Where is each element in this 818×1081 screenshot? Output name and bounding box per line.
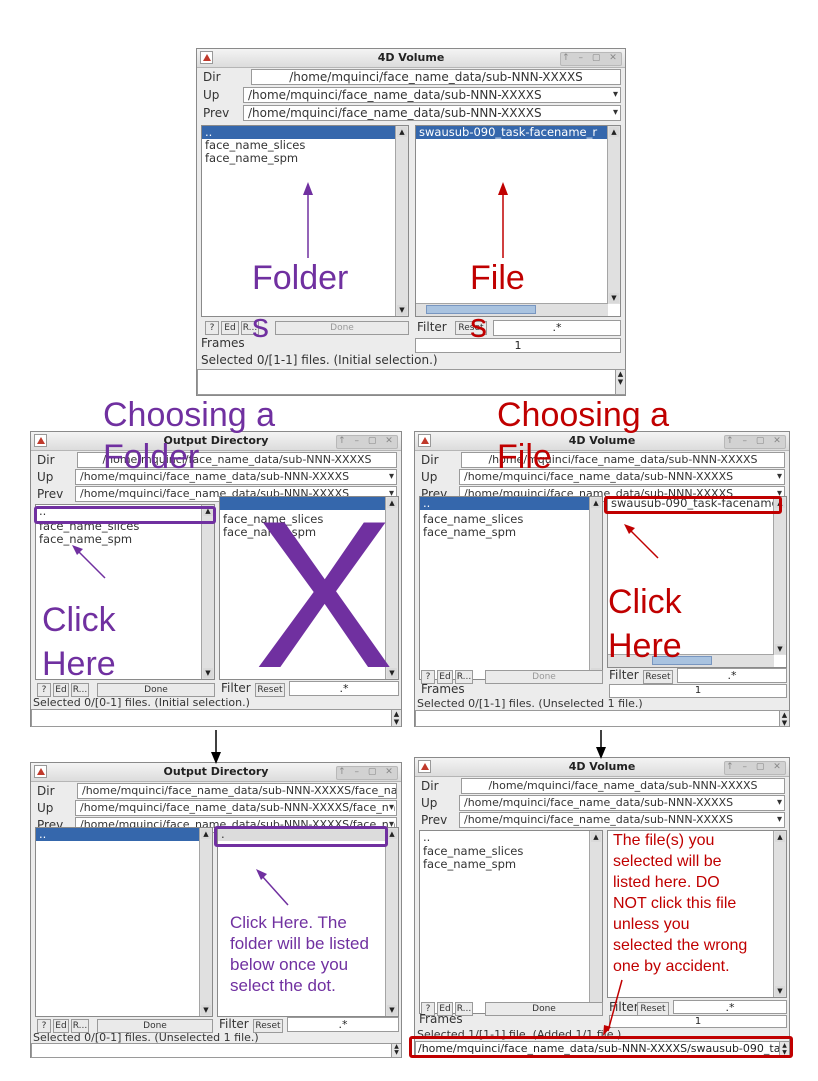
flow-down-arrow-left-icon xyxy=(211,730,221,764)
file-click-arrow-icon xyxy=(624,524,659,559)
folders-arrow-icon xyxy=(303,182,313,258)
folder-click-arrow-icon xyxy=(72,545,106,579)
flow-down-arrow-right-icon xyxy=(596,730,606,759)
files-arrow-icon xyxy=(498,182,508,258)
folders-annotation: Folder s xyxy=(252,259,349,345)
files-annotation: File s xyxy=(470,259,525,345)
file-listed-note: The file(s) you selected will be listed … xyxy=(613,832,748,975)
click-dot-instruction: Click Here. The folder will be listed be… xyxy=(230,913,369,995)
click-here-folder: Click Here xyxy=(42,601,116,683)
dot-click-arrow-icon xyxy=(256,869,289,906)
choosing-file-heading: Choosing a File xyxy=(497,396,670,476)
path-arrow-icon xyxy=(603,979,623,1036)
choosing-folder-heading: Choosing a Folder xyxy=(103,396,276,476)
click-here-file: Click Here xyxy=(608,583,682,665)
big-x-mark: X xyxy=(254,477,395,712)
